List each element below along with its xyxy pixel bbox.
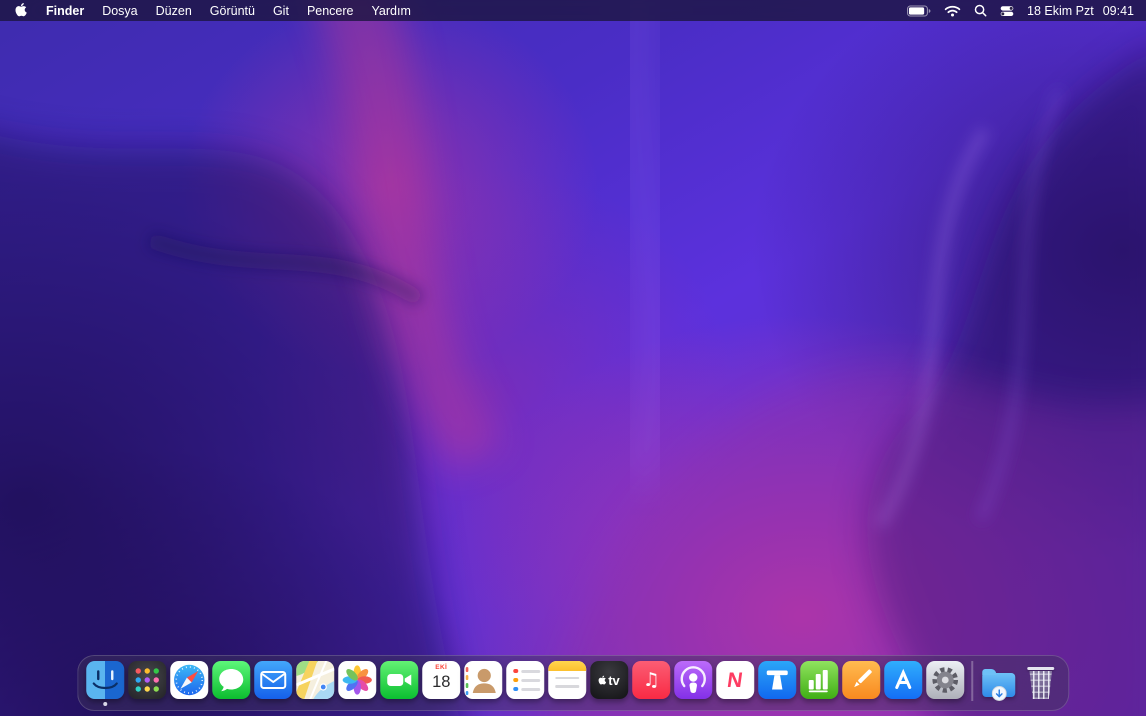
dock-item-tv[interactable]: tv — [590, 661, 629, 699]
finder-icon — [86, 661, 125, 699]
folder-shape — [982, 668, 1016, 701]
dock-item-photos[interactable] — [338, 661, 377, 699]
dock-item-keynote[interactable] — [758, 661, 797, 699]
apple-tv-icon: tv — [590, 661, 629, 699]
trash-basket-shape — [1027, 661, 1055, 699]
menu-bar: Finder Dosya Düzen Görüntü Git Pencere Y… — [0, 0, 1146, 21]
dock-item-messages[interactable] — [212, 661, 251, 699]
mail-icon — [254, 661, 293, 699]
podcasts-icon — [674, 661, 713, 699]
dock: EKİ 18 tv ♫ N — [77, 655, 1069, 711]
control-center-icon[interactable] — [1000, 4, 1014, 18]
dock-item-system-preferences[interactable] — [926, 661, 965, 699]
calendar-day-label: 18 — [432, 672, 451, 691]
menu-duzen[interactable]: Düzen — [147, 0, 201, 21]
dock-item-calendar[interactable]: EKİ 18 — [422, 661, 461, 699]
trash-icon — [1022, 661, 1060, 699]
safari-icon — [170, 661, 209, 699]
messages-icon — [212, 661, 251, 699]
dock-item-pages[interactable] — [842, 661, 881, 699]
dock-item-contacts[interactable] — [464, 661, 503, 699]
dock-item-numbers[interactable] — [800, 661, 839, 699]
music-icon: ♫ — [632, 661, 671, 699]
reminders-icon — [506, 661, 545, 699]
dock-item-music[interactable]: ♫ — [632, 661, 671, 699]
maps-icon — [296, 661, 335, 699]
calendar-icon: EKİ 18 — [422, 661, 461, 699]
reminders-row — [513, 677, 541, 683]
dock-item-podcasts[interactable] — [674, 661, 713, 699]
app-menu-finder[interactable]: Finder — [37, 0, 93, 21]
downloads-folder-icon — [980, 661, 1018, 701]
apple-logo-small-icon — [599, 675, 607, 685]
menu-dosya[interactable]: Dosya — [93, 0, 146, 21]
pages-icon — [842, 661, 881, 699]
menu-bar-left: Finder Dosya Düzen Görüntü Git Pencere Y… — [8, 0, 420, 21]
apple-logo-icon — [15, 2, 27, 20]
numbers-icon — [800, 661, 839, 699]
menu-pencere[interactable]: Pencere — [298, 0, 363, 21]
dock-item-news[interactable]: N — [716, 661, 755, 699]
news-icon: N — [716, 661, 755, 699]
dock-item-finder[interactable] — [86, 661, 125, 706]
app-store-icon — [884, 661, 923, 699]
dock-item-mail[interactable] — [254, 661, 293, 699]
dock-item-app-store[interactable] — [884, 661, 923, 699]
dock-item-trash[interactable] — [1022, 661, 1060, 699]
desktop-wallpaper — [0, 0, 1146, 716]
notes-line — [555, 677, 580, 680]
calendar-month-label: EKİ — [435, 664, 448, 671]
dock-item-downloads[interactable] — [980, 661, 1018, 701]
notes-yellow-band — [548, 661, 587, 671]
photos-icon — [338, 661, 377, 699]
menu-bar-status-area: 18 Ekim Pzt 09:41 — [907, 0, 1138, 21]
apple-menu[interactable] — [8, 0, 37, 21]
dock-item-safari[interactable] — [170, 661, 209, 699]
notes-line — [555, 685, 580, 688]
dock-item-maps[interactable] — [296, 661, 335, 699]
wifi-icon[interactable] — [944, 5, 961, 17]
tv-label: tv — [608, 672, 620, 688]
notes-icon — [548, 661, 587, 699]
reminders-row — [513, 668, 541, 674]
wallpaper-waves — [0, 0, 1146, 716]
dock-item-launchpad[interactable] — [128, 661, 167, 699]
dock-item-reminders[interactable] — [506, 661, 545, 699]
contacts-icon — [464, 661, 503, 699]
finder-running-indicator — [103, 702, 108, 706]
menu-goruntu[interactable]: Görüntü — [201, 0, 264, 21]
system-preferences-gear-icon — [926, 661, 965, 699]
menu-bar-date: 18 Ekim Pzt — [1027, 3, 1094, 18]
facetime-icon — [380, 661, 419, 699]
launchpad-icon — [128, 661, 167, 699]
dock-item-notes[interactable] — [548, 661, 587, 699]
menu-yardim[interactable]: Yardım — [363, 0, 420, 21]
menu-bar-time: 09:41 — [1102, 3, 1134, 18]
music-note-glyph: ♫ — [642, 668, 660, 691]
keynote-icon — [758, 661, 797, 699]
desktop-screen: Finder Dosya Düzen Görüntü Git Pencere Y… — [0, 0, 1146, 716]
news-n-glyph: N — [726, 668, 745, 692]
dock-item-facetime[interactable] — [380, 661, 419, 699]
dock-divider — [971, 661, 973, 701]
download-arrow-badge — [991, 685, 1007, 701]
spotlight-search-icon[interactable] — [974, 4, 987, 17]
menu-git[interactable]: Git — [264, 0, 298, 21]
reminders-row — [513, 686, 541, 692]
battery-icon[interactable] — [907, 5, 931, 17]
menu-bar-clock[interactable]: 18 Ekim Pzt 09:41 — [1027, 4, 1134, 18]
